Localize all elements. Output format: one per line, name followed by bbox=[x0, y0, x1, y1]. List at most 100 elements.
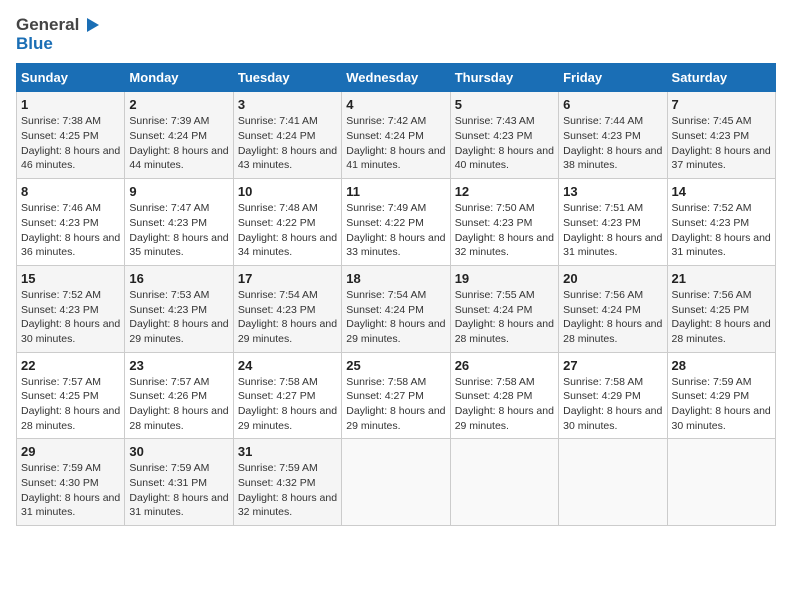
day-info: Sunrise: 7:57 AM Sunset: 4:25 PM Dayligh… bbox=[21, 375, 120, 434]
day-number: 5 bbox=[455, 97, 554, 112]
day-info: Sunrise: 7:42 AM Sunset: 4:24 PM Dayligh… bbox=[346, 114, 445, 173]
logo-blue-text: Blue bbox=[16, 35, 53, 54]
calendar-header-friday: Friday bbox=[559, 64, 667, 92]
day-info: Sunrise: 7:58 AM Sunset: 4:28 PM Dayligh… bbox=[455, 375, 554, 434]
calendar-body: 1 Sunrise: 7:38 AM Sunset: 4:25 PM Daylig… bbox=[17, 92, 776, 526]
day-info: Sunrise: 7:39 AM Sunset: 4:24 PM Dayligh… bbox=[129, 114, 228, 173]
calendar-cell-11: 11 Sunrise: 7:49 AM Sunset: 4:22 PM Dayli… bbox=[342, 179, 450, 266]
calendar-cell-16: 16 Sunrise: 7:53 AM Sunset: 4:23 PM Dayli… bbox=[125, 265, 233, 352]
calendar-cell-31: 31Sunrise: 7:59 AM Sunset: 4:32 PM Dayli… bbox=[233, 439, 341, 526]
day-info: Sunrise: 7:59 AM Sunset: 4:30 PM Dayligh… bbox=[21, 461, 120, 520]
day-info: Sunrise: 7:54 AM Sunset: 4:24 PM Dayligh… bbox=[346, 288, 445, 347]
day-info: Sunrise: 7:38 AM Sunset: 4:25 PM Dayligh… bbox=[21, 114, 120, 173]
day-info: Sunrise: 7:57 AM Sunset: 4:26 PM Dayligh… bbox=[129, 375, 228, 434]
calendar-cell-19: 19Sunrise: 7:55 AM Sunset: 4:24 PM Dayli… bbox=[450, 265, 558, 352]
day-number: 7 bbox=[672, 97, 771, 112]
calendar-table: SundayMondayTuesdayWednesdayThursdayFrid… bbox=[16, 63, 776, 526]
day-number: 23 bbox=[129, 358, 228, 373]
day-number: 29 bbox=[21, 444, 120, 459]
day-info: Sunrise: 7:55 AM Sunset: 4:24 PM Dayligh… bbox=[455, 288, 554, 347]
calendar-header-sunday: Sunday bbox=[17, 64, 125, 92]
calendar-cell-26: 26 Sunrise: 7:58 AM Sunset: 4:28 PM Dayli… bbox=[450, 352, 558, 439]
day-info: Sunrise: 7:54 AM Sunset: 4:23 PM Dayligh… bbox=[238, 288, 337, 347]
calendar-cell-4: 4Sunrise: 7:42 AM Sunset: 4:24 PM Daylig… bbox=[342, 92, 450, 179]
day-number: 15 bbox=[21, 271, 120, 286]
logo-general-text: General bbox=[16, 16, 79, 35]
header: General Blue bbox=[16, 16, 776, 53]
day-number: 1 bbox=[21, 97, 120, 112]
day-number: 24 bbox=[238, 358, 337, 373]
calendar-cell-empty bbox=[450, 439, 558, 526]
day-info: Sunrise: 7:53 AM Sunset: 4:23 PM Dayligh… bbox=[129, 288, 228, 347]
day-number: 9 bbox=[129, 184, 228, 199]
day-info: Sunrise: 7:48 AM Sunset: 4:22 PM Dayligh… bbox=[238, 201, 337, 260]
calendar-cell-3: 3 Sunrise: 7:41 AM Sunset: 4:24 PM Daylig… bbox=[233, 92, 341, 179]
calendar-cell-22: 22 Sunrise: 7:57 AM Sunset: 4:25 PM Dayli… bbox=[17, 352, 125, 439]
calendar-cell-30: 30 Sunrise: 7:59 AM Sunset: 4:31 PM Dayli… bbox=[125, 439, 233, 526]
day-info: Sunrise: 7:50 AM Sunset: 4:23 PM Dayligh… bbox=[455, 201, 554, 260]
calendar-week-5: 29 Sunrise: 7:59 AM Sunset: 4:30 PM Dayli… bbox=[17, 439, 776, 526]
calendar-cell-20: 20 Sunrise: 7:56 AM Sunset: 4:24 PM Dayli… bbox=[559, 265, 667, 352]
calendar-cell-27: 27 Sunrise: 7:58 AM Sunset: 4:29 PM Dayli… bbox=[559, 352, 667, 439]
day-number: 22 bbox=[21, 358, 120, 373]
day-number: 28 bbox=[672, 358, 771, 373]
calendar-cell-13: 13Sunrise: 7:51 AM Sunset: 4:23 PM Dayli… bbox=[559, 179, 667, 266]
calendar-cell-6: 6 Sunrise: 7:44 AM Sunset: 4:23 PM Daylig… bbox=[559, 92, 667, 179]
day-number: 14 bbox=[672, 184, 771, 199]
calendar-cell-12: 12 Sunrise: 7:50 AM Sunset: 4:23 PM Dayli… bbox=[450, 179, 558, 266]
calendar-cell-10: 10 Sunrise: 7:48 AM Sunset: 4:22 PM Dayli… bbox=[233, 179, 341, 266]
calendar-cell-18: 18 Sunrise: 7:54 AM Sunset: 4:24 PM Dayli… bbox=[342, 265, 450, 352]
calendar-cell-5: 5 Sunrise: 7:43 AM Sunset: 4:23 PM Daylig… bbox=[450, 92, 558, 179]
day-number: 16 bbox=[129, 271, 228, 286]
day-info: Sunrise: 7:59 AM Sunset: 4:29 PM Dayligh… bbox=[672, 375, 771, 434]
calendar-header-saturday: Saturday bbox=[667, 64, 775, 92]
day-number: 25 bbox=[346, 358, 445, 373]
calendar-cell-29: 29 Sunrise: 7:59 AM Sunset: 4:30 PM Dayli… bbox=[17, 439, 125, 526]
day-number: 31 bbox=[238, 444, 337, 459]
day-number: 2 bbox=[129, 97, 228, 112]
calendar-cell-23: 23 Sunrise: 7:57 AM Sunset: 4:26 PM Dayli… bbox=[125, 352, 233, 439]
day-info: Sunrise: 7:52 AM Sunset: 4:23 PM Dayligh… bbox=[672, 201, 771, 260]
day-info: Sunrise: 7:41 AM Sunset: 4:24 PM Dayligh… bbox=[238, 114, 337, 173]
logo-container: General Blue bbox=[16, 16, 99, 53]
day-info: Sunrise: 7:59 AM Sunset: 4:31 PM Dayligh… bbox=[129, 461, 228, 520]
calendar-cell-17: 17Sunrise: 7:54 AM Sunset: 4:23 PM Dayli… bbox=[233, 265, 341, 352]
day-number: 26 bbox=[455, 358, 554, 373]
calendar-header-thursday: Thursday bbox=[450, 64, 558, 92]
calendar-cell-2: 2 Sunrise: 7:39 AM Sunset: 4:24 PM Daylig… bbox=[125, 92, 233, 179]
calendar-header-tuesday: Tuesday bbox=[233, 64, 341, 92]
calendar-cell-25: 25Sunrise: 7:58 AM Sunset: 4:27 PM Dayli… bbox=[342, 352, 450, 439]
day-number: 12 bbox=[455, 184, 554, 199]
calendar-week-2: 8 Sunrise: 7:46 AM Sunset: 4:23 PM Daylig… bbox=[17, 179, 776, 266]
calendar-cell-14: 14 Sunrise: 7:52 AM Sunset: 4:23 PM Dayli… bbox=[667, 179, 775, 266]
day-number: 30 bbox=[129, 444, 228, 459]
day-info: Sunrise: 7:58 AM Sunset: 4:29 PM Dayligh… bbox=[563, 375, 662, 434]
day-number: 11 bbox=[346, 184, 445, 199]
calendar-week-4: 22 Sunrise: 7:57 AM Sunset: 4:25 PM Dayli… bbox=[17, 352, 776, 439]
day-info: Sunrise: 7:45 AM Sunset: 4:23 PM Dayligh… bbox=[672, 114, 771, 173]
day-number: 20 bbox=[563, 271, 662, 286]
day-number: 27 bbox=[563, 358, 662, 373]
calendar-cell-8: 8 Sunrise: 7:46 AM Sunset: 4:23 PM Daylig… bbox=[17, 179, 125, 266]
day-info: Sunrise: 7:44 AM Sunset: 4:23 PM Dayligh… bbox=[563, 114, 662, 173]
day-number: 10 bbox=[238, 184, 337, 199]
calendar-week-3: 15Sunrise: 7:52 AM Sunset: 4:23 PM Dayli… bbox=[17, 265, 776, 352]
day-number: 21 bbox=[672, 271, 771, 286]
calendar-cell-28: 28 Sunrise: 7:59 AM Sunset: 4:29 PM Dayli… bbox=[667, 352, 775, 439]
day-number: 8 bbox=[21, 184, 120, 199]
day-info: Sunrise: 7:56 AM Sunset: 4:24 PM Dayligh… bbox=[563, 288, 662, 347]
day-info: Sunrise: 7:58 AM Sunset: 4:27 PM Dayligh… bbox=[238, 375, 337, 434]
day-number: 18 bbox=[346, 271, 445, 286]
day-info: Sunrise: 7:47 AM Sunset: 4:23 PM Dayligh… bbox=[129, 201, 228, 260]
logo: General Blue bbox=[16, 16, 99, 53]
calendar-cell-21: 21Sunrise: 7:56 AM Sunset: 4:25 PM Dayli… bbox=[667, 265, 775, 352]
calendar-cell-24: 24 Sunrise: 7:58 AM Sunset: 4:27 PM Dayli… bbox=[233, 352, 341, 439]
day-info: Sunrise: 7:49 AM Sunset: 4:22 PM Dayligh… bbox=[346, 201, 445, 260]
calendar-cell-9: 9 Sunrise: 7:47 AM Sunset: 4:23 PM Daylig… bbox=[125, 179, 233, 266]
day-number: 6 bbox=[563, 97, 662, 112]
day-info: Sunrise: 7:43 AM Sunset: 4:23 PM Dayligh… bbox=[455, 114, 554, 173]
calendar-cell-empty bbox=[667, 439, 775, 526]
day-info: Sunrise: 7:51 AM Sunset: 4:23 PM Dayligh… bbox=[563, 201, 662, 260]
day-number: 3 bbox=[238, 97, 337, 112]
day-info: Sunrise: 7:46 AM Sunset: 4:23 PM Dayligh… bbox=[21, 201, 120, 260]
